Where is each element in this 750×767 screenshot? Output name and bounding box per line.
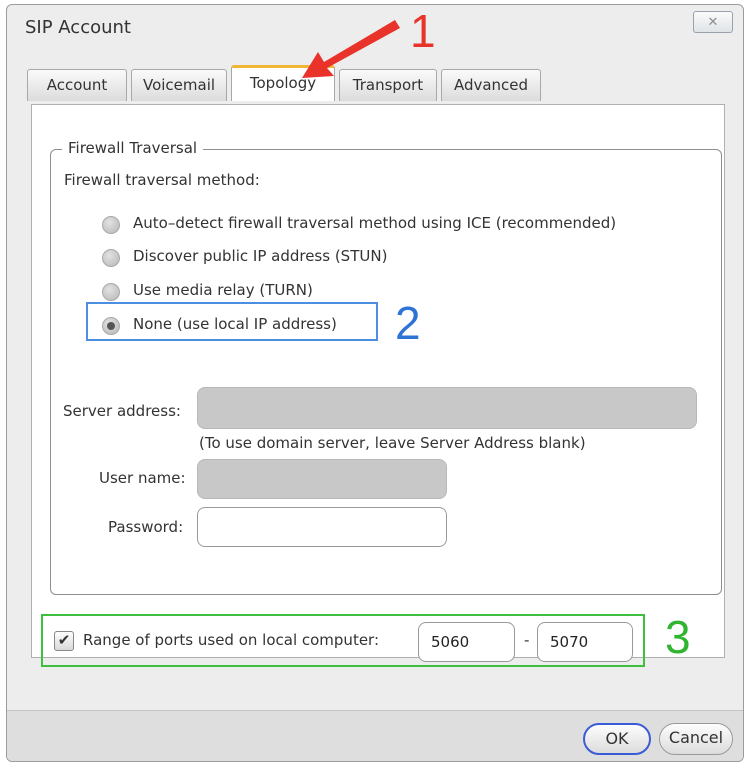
- annotation-arrow-icon: [302, 20, 400, 78]
- annotation-number-1: 1: [410, 5, 436, 57]
- annotation-number-3: 3: [665, 611, 691, 663]
- annotation-number-2: 2: [395, 297, 421, 349]
